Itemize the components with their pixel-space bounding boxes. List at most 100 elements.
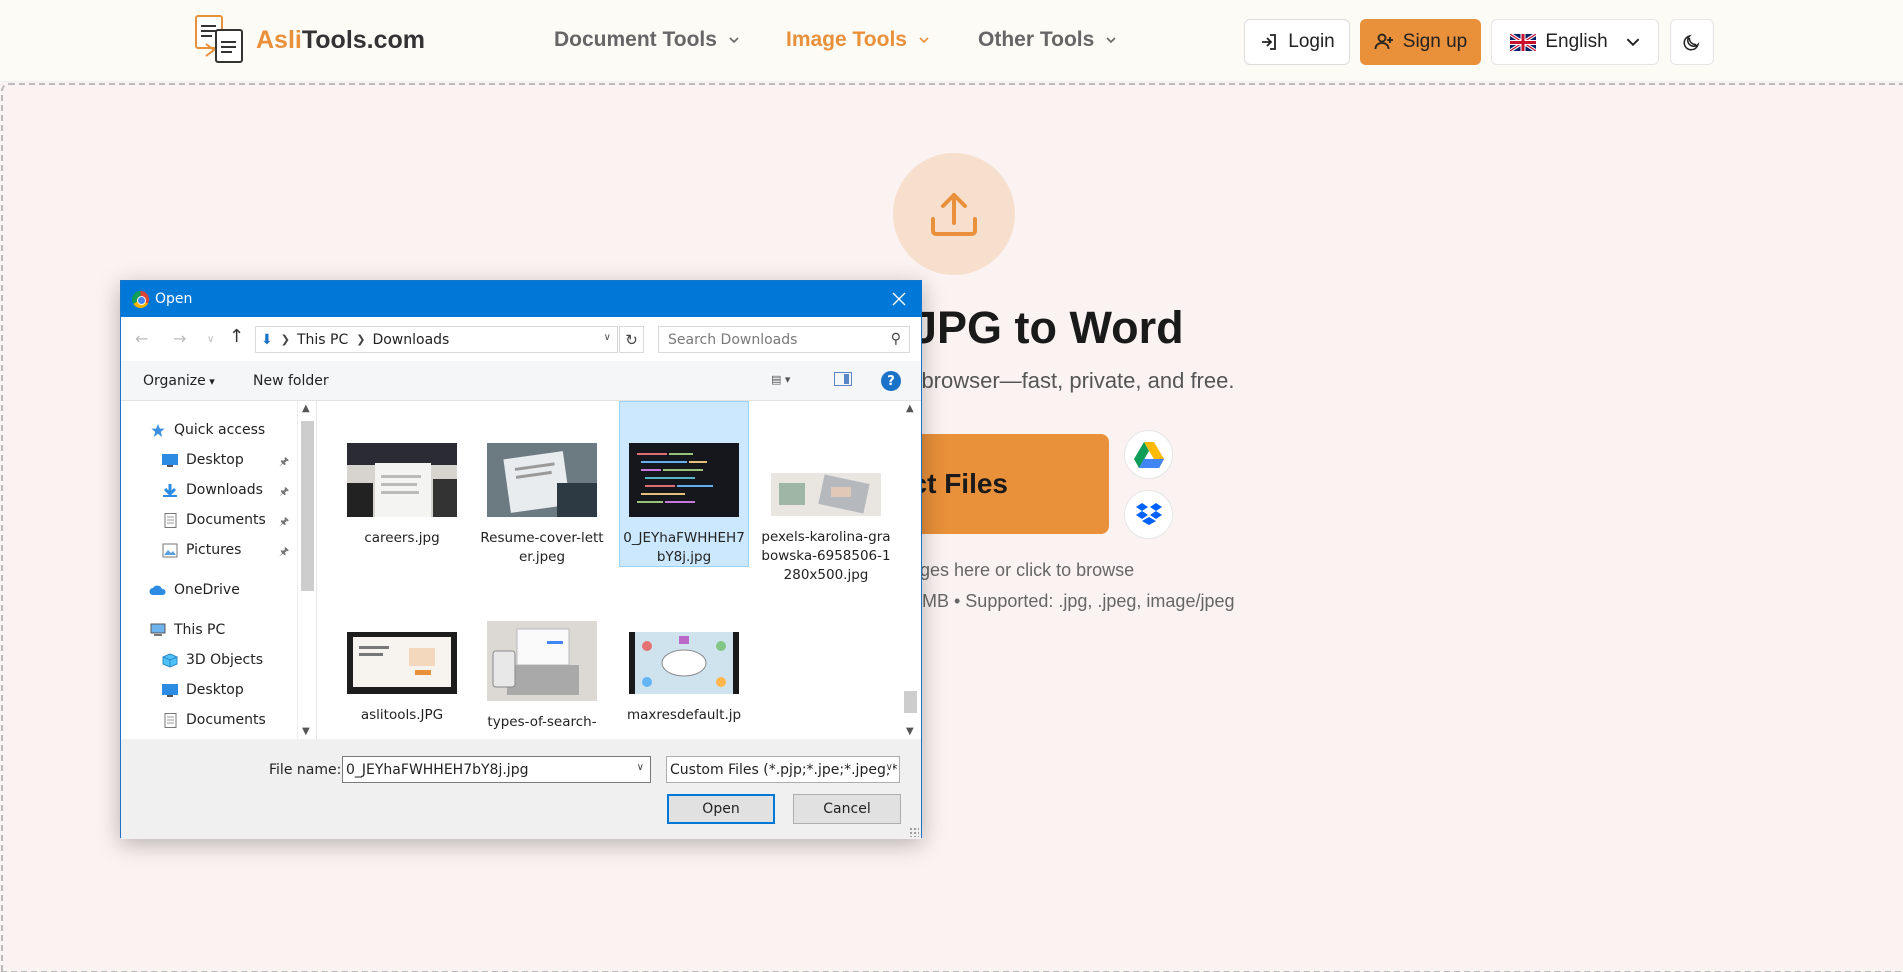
preview-pane-icon[interactable] <box>834 372 852 386</box>
organize-menu[interactable]: Organize <box>143 373 215 389</box>
nav-item-this-pc[interactable]: This PC <box>149 620 225 640</box>
file-item[interactable]: maxresdefault.jp <box>619 632 749 725</box>
dialog-footer: File name: 0_JEYhaFWHHEH7bY8j.jpg ∨ Cust… <box>121 739 921 839</box>
view-options-icon[interactable]: ▤ ▾ <box>771 373 790 386</box>
dialog-title: Open <box>155 291 193 307</box>
chrome-icon <box>132 290 149 308</box>
forward-arrow-icon[interactable]: → <box>173 329 186 348</box>
nav-item-onedrive[interactable]: OneDrive <box>149 580 240 600</box>
file-name: aslitools.JPG <box>360 707 444 723</box>
scroll-down-icon[interactable]: ▼ <box>302 726 310 737</box>
search-placeholder: Search Downloads <box>668 331 798 348</box>
search-icon: ⚲ <box>890 331 901 347</box>
file-name-value: 0_JEYhaFWHHEH7bY8j.jpg <box>346 761 529 778</box>
address-bar[interactable]: ⬇ ❯ This PC ❯ Downloads ∨ <box>255 326 618 353</box>
nav-item-quick-access[interactable]: Quick access <box>149 420 265 440</box>
breadcrumb-this-pc[interactable]: This PC <box>297 332 348 348</box>
breadcrumb-downloads[interactable]: Downloads <box>372 332 449 348</box>
close-button[interactable] <box>887 287 911 311</box>
nav-item-label: Desktop <box>186 682 244 698</box>
pin-icon: 🖈 <box>279 515 290 528</box>
file-item[interactable]: aslitools.JPG <box>337 632 467 725</box>
new-folder-button[interactable]: New folder <box>253 373 329 389</box>
dropbox-icon <box>1135 502 1162 525</box>
cancel-button[interactable]: Cancel <box>793 794 901 824</box>
google-drive-button[interactable] <box>1124 430 1173 479</box>
file-item-selected[interactable]: 0_JEYhaFWHHEH7bY8j.jpg <box>619 401 749 567</box>
nav-item-desktop-pc[interactable]: Desktop <box>161 680 244 700</box>
star-icon <box>151 423 165 437</box>
user-plus-icon <box>1374 33 1393 50</box>
login-icon <box>1262 34 1277 50</box>
scroll-down-icon[interactable]: ▼ <box>906 726 914 737</box>
pin-icon: 🖈 <box>279 545 290 558</box>
chevron-down-icon[interactable]: ∨ <box>604 332 611 343</box>
file-item[interactable]: types-of-search- <box>477 621 607 732</box>
open-button[interactable]: Open <box>667 794 775 824</box>
file-type-filter[interactable]: Custom Files (*.pjp;*.jpe;*.jpeg;* ∨ <box>666 756 900 783</box>
signup-button[interactable]: Sign up <box>1360 19 1481 65</box>
documents-icon <box>164 512 177 528</box>
refresh-icon: ↻ <box>625 330 638 349</box>
file-thumbnail <box>771 473 881 516</box>
language-label: English <box>1545 31 1608 52</box>
nav-item-pictures[interactable]: Pictures <box>161 540 241 560</box>
nav-image-tools[interactable]: Image Tools <box>786 28 929 52</box>
pin-icon: 🖈 <box>279 485 290 498</box>
site-header: AsliTools.com Document Tools Image Tools… <box>0 0 1903 82</box>
file-name: maxresdefault.jp <box>626 707 742 723</box>
file-item[interactable]: Resume-cover-letter.jpeg <box>477 443 607 567</box>
nav-item-documents-pc[interactable]: Documents <box>161 710 266 730</box>
nav-document-tools[interactable]: Document Tools <box>554 28 739 52</box>
upload-icon <box>931 193 977 236</box>
refresh-button[interactable]: ↻ <box>619 326 644 353</box>
back-arrow-icon[interactable]: ← <box>135 329 148 348</box>
resize-grip-icon[interactable] <box>909 827 919 837</box>
file-type-filter-value: Custom Files (*.pjp;*.jpe;*.jpeg;* <box>670 761 898 778</box>
nav-item-desktop[interactable]: Desktop <box>161 450 244 470</box>
nav-item-documents[interactable]: Documents <box>161 510 266 530</box>
up-arrow-icon[interactable]: ↑ <box>229 326 244 347</box>
breadcrumb-separator-icon: ❯ <box>356 333 366 346</box>
cube-icon <box>162 652 178 668</box>
scrollbar-thumb[interactable] <box>904 691 917 713</box>
downloads-icon <box>163 483 177 497</box>
scroll-up-icon[interactable]: ▲ <box>302 403 310 414</box>
pin-icon: 🖈 <box>279 455 290 468</box>
files-pane-scrollbar[interactable]: ▲ ▼ <box>901 401 921 739</box>
files-pane: careers.jpg Resume-cover-letter.jpeg 0_J… <box>316 401 901 739</box>
nav-item-label: Pictures <box>186 542 242 558</box>
documents-icon <box>164 712 177 728</box>
dialog-toolbar: Organize New folder ▤ ▾ ? <box>121 361 921 401</box>
nav-item-downloads[interactable]: Downloads <box>161 480 263 500</box>
desktop-icon <box>162 683 178 697</box>
file-name-input[interactable]: 0_JEYhaFWHHEH7bY8j.jpg ∨ <box>342 756 651 783</box>
nav-item-3d-objects[interactable]: 3D Objects <box>161 650 263 670</box>
search-input[interactable]: Search Downloads ⚲ <box>658 326 910 353</box>
scrollbar-thumb[interactable] <box>301 421 314 591</box>
login-label: Login <box>1288 31 1335 52</box>
uk-flag-icon <box>1510 33 1537 51</box>
chevron-down-icon[interactable]: ∨ <box>637 762 644 773</box>
site-logo[interactable]: AsliTools.com <box>192 14 425 66</box>
nav-other-tools[interactable]: Other Tools <box>978 28 1116 52</box>
login-button[interactable]: Login <box>1244 19 1350 65</box>
help-icon[interactable]: ? <box>881 371 901 391</box>
nav-item-label: Quick access <box>174 422 266 438</box>
dropbox-button[interactable] <box>1124 490 1173 539</box>
file-item[interactable]: pexels-karolina-grabowska-6958506-1280x5… <box>761 473 891 585</box>
chevron-down-icon[interactable]: ∨ <box>885 762 893 773</box>
dialog-titlebar[interactable]: Open <box>121 281 921 317</box>
file-item[interactable]: careers.jpg <box>337 443 467 548</box>
page-title: JPG to Word <box>912 302 1184 353</box>
theme-toggle-button[interactable] <box>1670 19 1714 65</box>
recent-locations-chevron-icon[interactable]: ∨ <box>207 334 214 345</box>
nav-pane-scrollbar[interactable]: ▲ ▼ <box>297 401 316 739</box>
nav-item-label: OneDrive <box>174 582 240 598</box>
language-select[interactable]: English <box>1491 19 1659 65</box>
page-subtitle: r browser—fast, private, and free. <box>908 368 1235 393</box>
file-name: 0_JEYhaFWHHEH7bY8j.jpg <box>623 530 745 565</box>
pictures-icon <box>162 543 178 557</box>
chevron-down-icon <box>729 37 739 44</box>
scroll-up-icon[interactable]: ▲ <box>906 403 914 414</box>
